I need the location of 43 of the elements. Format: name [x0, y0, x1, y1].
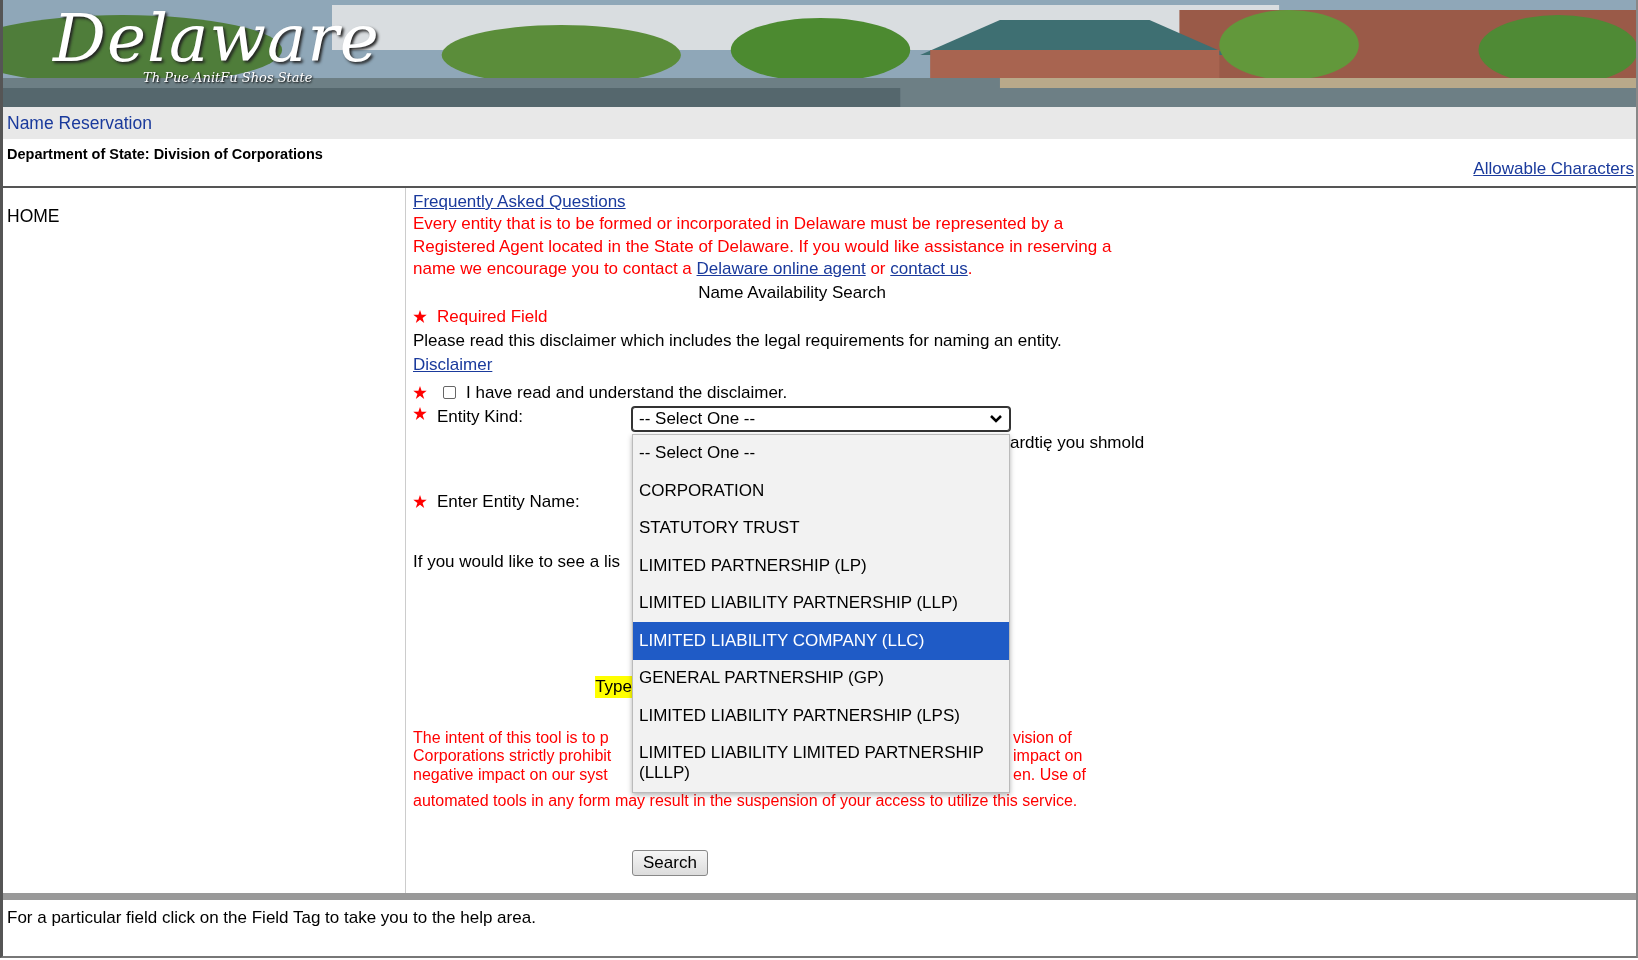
warning-text: negative impact on our syst: [413, 765, 609, 784]
section-title: Name Availability Search: [697, 281, 887, 304]
entity-kind-dropdown[interactable]: -- Select One --: [632, 406, 1010, 431]
dropdown-option[interactable]: -- Select One --: [633, 434, 1009, 472]
required-icon: [413, 385, 427, 400]
field-label: Entity Kind:: [437, 406, 524, 427]
disclaimer-intro: Please read this disclaimer which includes the legal requirements for naming an entity.: [413, 329, 1063, 352]
dropdown-option[interactable]: LIMITED PARTNERSHIP (LP): [633, 547, 1009, 585]
hint-text: ardtię you shmold: [1010, 431, 1145, 454]
dropdown-option[interactable]: LIMITED LIABILITY COMPANY (LLC): [633, 622, 1009, 660]
warning-text: Corporations strictly prohibit: [413, 747, 613, 766]
page-title: Name Reservation: [7, 112, 152, 134]
dropdown-option[interactable]: STATUTORY TRUST: [633, 509, 1009, 547]
dropdown-option[interactable]: LIMITED LIABILITY LIMITED PARTNERSHIP (LLLP): [633, 734, 1009, 792]
notice-link[interactable]: Delaware online agent: [696, 259, 866, 278]
required-legend: Required Field: [437, 304, 548, 329]
info-text: If you would like to see a lis: [413, 550, 621, 573]
search-button[interactable]: Search: [632, 849, 708, 876]
dropdown-option[interactable]: GENERAL PARTNERSHIP (GP): [633, 659, 1009, 697]
checkbox[interactable]: [443, 386, 456, 399]
required-icon: [413, 309, 427, 324]
dropdown-option[interactable]: CORPORATION: [633, 472, 1009, 510]
checkbox-label: I have read and understand the disclaimer.: [466, 382, 788, 403]
chevron-icon: [989, 413, 1003, 424]
warning-text: automated tools in any form may result in the suspension of your access to utilize this service.: [413, 792, 1079, 811]
disclaimer-link[interactable]: Disclaimer: [413, 354, 493, 374]
dropdown-option[interactable]: LIMITED LIABILITY PARTNERSHIP (LLP): [633, 584, 1009, 622]
faq-link[interactable]: Frequently Asked Questions: [413, 190, 626, 213]
allowable-characters-link[interactable]: Allowable Characters: [1473, 159, 1634, 179]
notice-link[interactable]: contact us: [890, 259, 968, 278]
field-label: Enter Entity Name:: [437, 490, 580, 513]
sidebar-item[interactable]: HOME: [7, 206, 405, 227]
notice-text: Every entity that is to be formed or incorporated in Delaware must be represented by a Registered Agent located in the State of Delaware. If you would like assistance in reserving a name we encourage you to contact a Delaware online agent or contact us.: [413, 213, 1113, 280]
help-text: For a particular field click on the Field Tag to take you to the help area.: [6, 907, 537, 929]
warning-text: vision of: [1013, 728, 1072, 747]
warning-text: en. Use of: [1013, 765, 1086, 784]
highlighted-text: Type: [595, 675, 632, 698]
warning-text: The intent of this tool is to p: [413, 728, 610, 747]
required-icon: [413, 494, 427, 509]
dropdown-option[interactable]: LIMITED LIABILITY PARTNERSHIP (LPS): [633, 697, 1009, 735]
warning-text: impact on: [1013, 747, 1083, 766]
department-label: Department of State: Division of Corporations: [7, 146, 323, 162]
required-icon: [413, 406, 427, 421]
